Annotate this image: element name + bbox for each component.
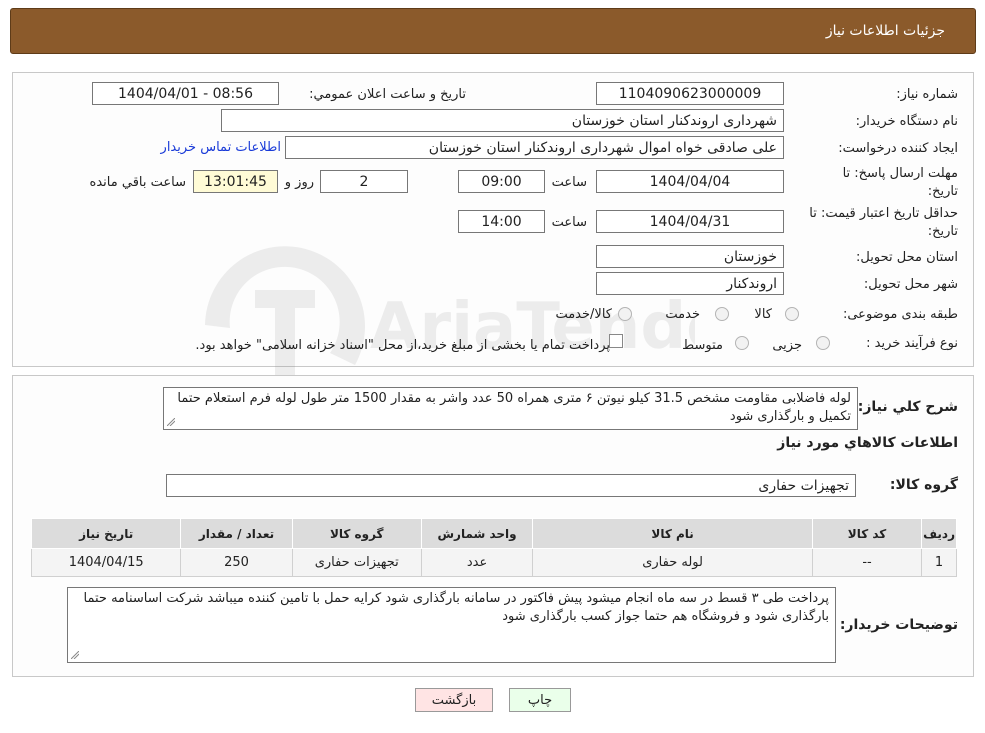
summary-text: لوله فاضلابی مقاومت مشخص 31.5 کیلو نیوتن… xyxy=(177,391,851,424)
group-field: تجهیزات حفاری xyxy=(166,474,856,497)
category-radio-service[interactable] xyxy=(715,307,729,321)
back-button[interactable]: بازگشت xyxy=(415,688,493,712)
province-label: استان محل تحویل: xyxy=(856,250,958,265)
category-option-goods-service: کالا/خدمت xyxy=(555,307,612,322)
goods-table: ردیف کد کالا نام کالا واحد شمارش گروه کا… xyxy=(30,518,957,577)
validity-label: حداقل تاریخ اعتبار قیمت: تا تاریخ: xyxy=(809,206,958,239)
days-label: روز و xyxy=(284,175,314,190)
category-option-service: خدمت xyxy=(665,307,700,322)
print-button[interactable]: چاپ xyxy=(509,688,571,712)
deadline-date-field: 1404/04/04 xyxy=(596,170,784,193)
remaining-label: ساعت باقي مانده xyxy=(89,175,186,190)
deadline-time-label: ساعت xyxy=(551,175,587,190)
page-header: جزئیات اطلاعات نیاز xyxy=(10,8,976,54)
treasury-note: پرداخت تمام یا بخشی از مبلغ خرید،از محل … xyxy=(195,338,610,353)
buyer-org-label: نام دستگاه خریدار: xyxy=(855,114,958,129)
buyer-notes-label: توضیحات خریدار: xyxy=(839,617,958,633)
need-number-field: 1104090623000009 xyxy=(596,82,784,105)
process-label: نوع فرآیند خرید : xyxy=(866,336,958,351)
treasury-checkbox[interactable] xyxy=(609,334,623,348)
buyer-notes-text: پرداخت طی ۳ قسط در سه ماه انجام میشود پی… xyxy=(83,591,830,624)
category-radio-goods-service[interactable] xyxy=(618,307,632,321)
city-field: اروندکنار xyxy=(596,272,784,295)
cell-row-no: 1 xyxy=(921,548,957,577)
announce-label: تاریخ و ساعت اعلان عمومي: xyxy=(309,87,466,102)
deadline-time-field: 09:00 xyxy=(458,170,545,193)
category-label: طبقه بندی موضوعی: xyxy=(842,307,958,322)
province-field: خوزستان xyxy=(596,245,784,268)
announce-field: 1404/04/01 - 08:56 xyxy=(92,82,279,105)
col-qty: تعداد / مقدار xyxy=(180,518,293,549)
col-name: نام کالا xyxy=(532,518,813,549)
col-unit: واحد شمارش xyxy=(420,518,534,549)
process-radio-medium[interactable] xyxy=(735,336,749,350)
validity-date-field: 1404/04/31 xyxy=(596,210,784,233)
city-label: شهر محل تحویل: xyxy=(863,277,958,292)
col-row-no: ردیف xyxy=(921,518,957,549)
days-field: 2 xyxy=(320,170,408,193)
category-radio-goods[interactable] xyxy=(785,307,799,321)
goods-section-title: اطلاعات کالاهاي مورد نياز xyxy=(777,435,958,451)
buyer-notes-textarea: پرداخت طی ۳ قسط در سه ماه انجام میشود پی… xyxy=(67,587,836,663)
process-option-minor: جزیی xyxy=(772,338,802,353)
col-date: تاریخ نیاز xyxy=(30,518,182,549)
creator-label: ایجاد کننده درخواست: xyxy=(838,141,958,156)
cell-name: لوله حفاری xyxy=(532,548,813,577)
deadline-label: مهلت ارسال پاسخ: تا تاریخ: xyxy=(842,166,958,199)
cell-code: -- xyxy=(811,548,923,577)
resize-grip-icon xyxy=(167,418,175,426)
page-title: جزئیات اطلاعات نیاز xyxy=(825,23,945,39)
validity-time-label: ساعت xyxy=(551,215,587,230)
cell-unit: عدد xyxy=(420,548,534,577)
process-radio-minor[interactable] xyxy=(816,336,830,350)
resize-grip-icon xyxy=(71,651,79,659)
table-row: 1 -- لوله حفاری عدد تجهیزات حفاری 250 14… xyxy=(30,548,957,577)
category-option-goods: کالا xyxy=(754,307,772,322)
col-code: کد کالا xyxy=(811,518,923,549)
col-group: گروه کالا xyxy=(291,518,422,549)
summary-textarea: لوله فاضلابی مقاومت مشخص 31.5 کیلو نیوتن… xyxy=(163,387,858,430)
need-number-label: شماره نیاز: xyxy=(896,87,958,102)
buyer-org-field: شهرداری اروندکنار استان خوزستان xyxy=(221,109,784,132)
buyer-contact-link[interactable]: اطلاعات تماس خریدار xyxy=(161,140,281,155)
validity-time-field: 14:00 xyxy=(458,210,545,233)
process-option-medium: متوسط xyxy=(682,338,723,353)
summary-label: شرح کلي نياز: xyxy=(857,399,958,415)
creator-field: علی صادقی خواه اموال شهرداری اروندکنار ا… xyxy=(285,136,784,159)
group-label: گروه کالا: xyxy=(889,477,958,493)
cell-date: 1404/04/15 xyxy=(30,548,182,577)
remaining-time-field: 13:01:45 xyxy=(193,170,278,193)
cell-group: تجهیزات حفاری xyxy=(291,548,422,577)
cell-qty: 250 xyxy=(180,548,293,577)
table-header-row: ردیف کد کالا نام کالا واحد شمارش گروه کا… xyxy=(30,518,957,549)
